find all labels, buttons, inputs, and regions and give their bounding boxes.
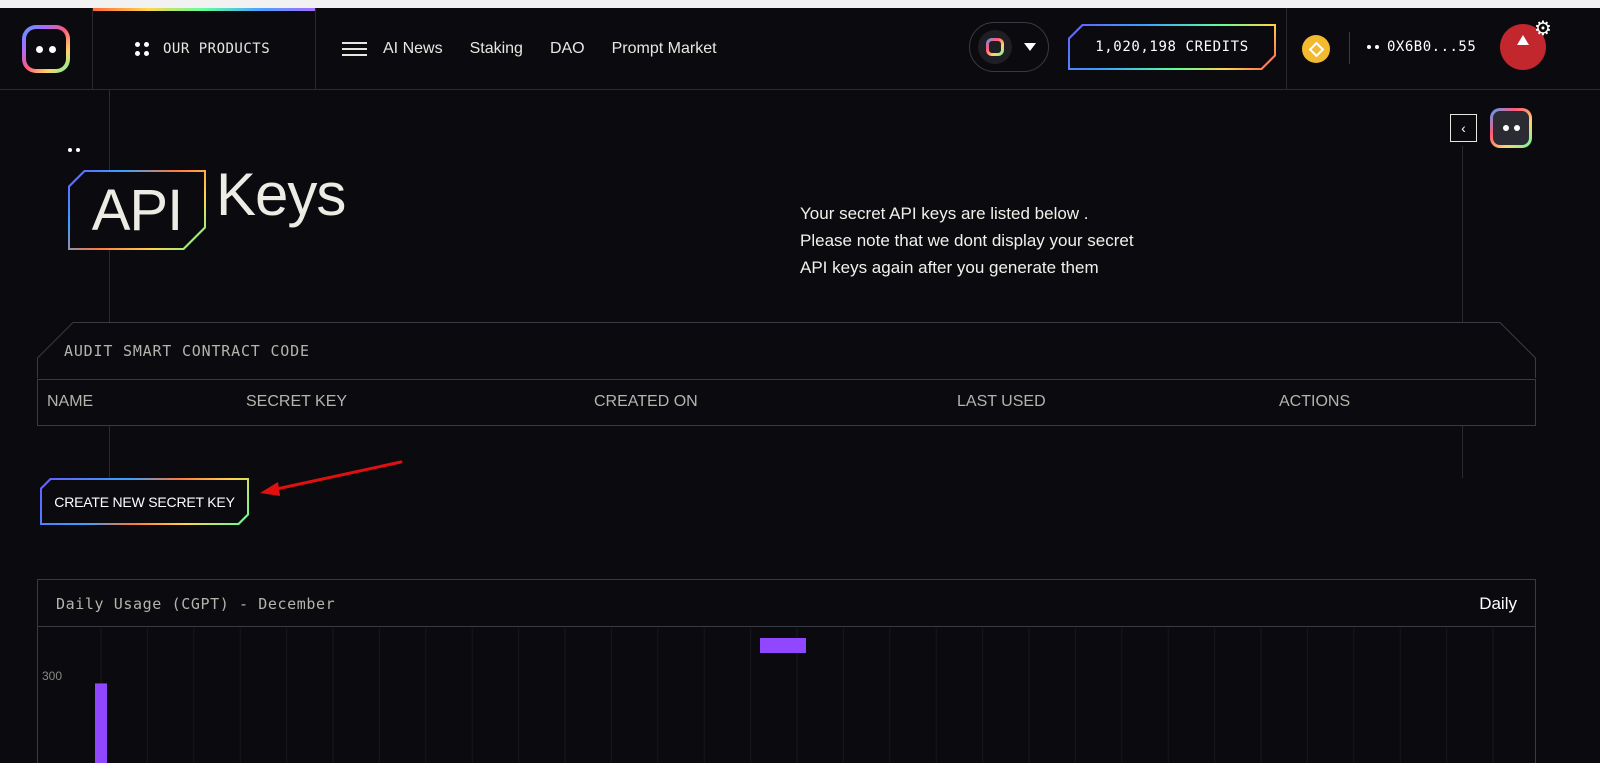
create-button-label: CREATE NEW SECRET KEY	[42, 480, 247, 523]
collapse-button[interactable]: ‹	[1450, 114, 1477, 142]
red-annotation-arrow	[260, 460, 403, 496]
wallet-divider	[1349, 32, 1350, 64]
guide-line-right	[1462, 146, 1463, 322]
gear-icon[interactable]: ⚙	[1532, 18, 1554, 40]
chart-period-toggle[interactable]: Daily	[1479, 594, 1517, 614]
assistant-robot-icon[interactable]	[1490, 108, 1532, 148]
bnb-chain-icon[interactable]	[1302, 35, 1330, 63]
daily-usage-panel: Daily Usage (CGPT) - December Daily 300	[37, 579, 1536, 763]
home-logo[interactable]	[0, 8, 92, 90]
usage-bar-chart: 300	[42, 628, 1494, 763]
description-line: API keys again after you generate them	[800, 258, 1099, 277]
credits-badge[interactable]: 1,020,198 CREDITS	[1068, 24, 1276, 70]
table-column-headers: NAME SECRET KEY CREATED ON LAST USED ACT…	[37, 379, 1536, 426]
column-header-actions: ACTIONS	[1279, 393, 1351, 410]
page-title-keys: Keys	[216, 161, 346, 228]
page-title-api: API	[70, 172, 204, 248]
chart-title: Daily Usage (CGPT) - December	[56, 595, 336, 613]
credits-value: 1,020,198 CREDITS	[1070, 26, 1274, 68]
y-tick-label: 300	[42, 669, 62, 683]
network-selector[interactable]	[969, 22, 1049, 72]
create-new-secret-key-button[interactable]: CREATE NEW SECRET KEY	[40, 478, 249, 525]
our-products-label: OUR PRODUCTS	[163, 41, 271, 57]
nav-staking[interactable]: Staking	[470, 40, 523, 58]
table-title: AUDIT SMART CONTRACT CODE	[64, 342, 310, 360]
table-header-bar: AUDIT SMART CONTRACT CODE	[37, 322, 1536, 379]
header-divider	[1286, 8, 1287, 90]
chart-header: Daily Usage (CGPT) - December Daily	[38, 580, 1535, 627]
chaingpt-logo-icon	[22, 25, 70, 73]
guide-line-right-lower	[1462, 426, 1463, 478]
api-keys-table: AUDIT SMART CONTRACT CODE NAME SECRET KE…	[37, 322, 1536, 426]
wallet-address: 0X6B0...55	[1387, 39, 1477, 55]
column-header-last-used: LAST USED	[957, 393, 1046, 410]
browser-top-strip	[0, 0, 1600, 8]
usage-bar[interactable]	[95, 683, 107, 763]
main-nav: AI News Staking DAO Prompt Market	[342, 8, 717, 90]
wallet-address-button[interactable]: 0X6B0...55	[1367, 39, 1476, 55]
nav-prompt-market[interactable]: Prompt Market	[612, 40, 717, 58]
chevron-down-icon	[1024, 43, 1036, 51]
description-line: Please note that we dont display your se…	[800, 231, 1134, 250]
page-title-boxed: API	[68, 170, 206, 250]
guide-line-left-lower	[109, 426, 110, 478]
page-description: Your secret API keys are listed below . …	[800, 200, 1220, 281]
column-header-created-on: CREATED ON	[594, 393, 698, 410]
column-header-secret-key: SECRET KEY	[246, 393, 348, 410]
grid-dots-icon	[135, 42, 149, 56]
description-line: Your secret API keys are listed below .	[800, 204, 1089, 223]
nav-dao[interactable]: DAO	[550, 40, 585, 58]
nav-ai-news[interactable]: AI News	[383, 40, 443, 58]
usage-bar[interactable]	[760, 638, 806, 653]
network-icon	[978, 30, 1012, 64]
title-dots-icon	[68, 148, 80, 152]
our-products-button[interactable]: OUR PRODUCTS	[92, 8, 316, 90]
column-header-name: NAME	[47, 393, 94, 410]
menu-icon[interactable]	[342, 42, 367, 56]
top-header: OUR PRODUCTS AI News Staking DAO Prompt …	[0, 8, 1600, 90]
dots-icon	[1367, 45, 1379, 49]
chevron-left-icon: ‹	[1461, 120, 1466, 136]
